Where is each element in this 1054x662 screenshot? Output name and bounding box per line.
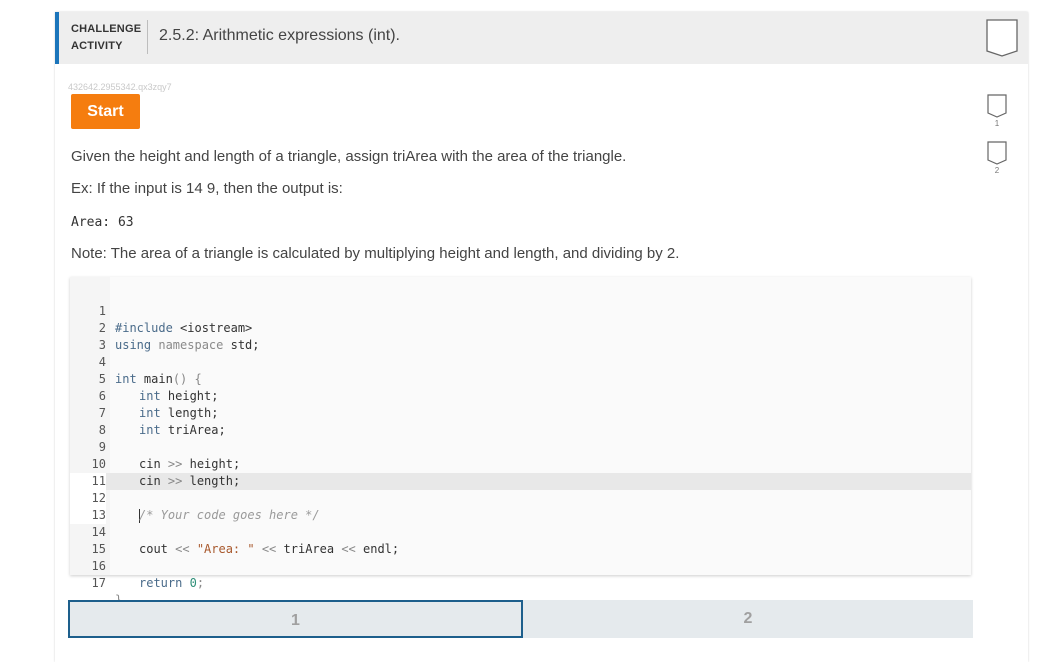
code-line: 1 #include <iostream> — [70, 286, 253, 335]
code-line: 7 int triArea; — [70, 388, 226, 437]
code-token: "Area: " — [196, 542, 255, 556]
code-token: int — [139, 389, 168, 403]
code-token: using — [115, 338, 159, 352]
code-line: 8 — [70, 405, 113, 437]
level-2-label: 2 — [994, 166, 1000, 175]
header-divider — [147, 20, 148, 54]
level-2-indicator[interactable]: 2 — [985, 141, 1009, 175]
example-output: Area: 63 — [71, 215, 134, 230]
activity-header: CHALLENGE ACTIVITY 2.5.2: Arithmetic exp… — [55, 12, 1028, 64]
code-token: height; — [189, 457, 241, 471]
code-token: int — [115, 372, 144, 386]
code-line: 6 int length; — [70, 371, 219, 420]
activity-type-line1: CHALLENGE — [71, 23, 142, 35]
code-token: 0 — [189, 576, 197, 590]
level-1-label: 1 — [994, 119, 1000, 128]
code-line-editable[interactable]: 13 — [70, 490, 113, 524]
code-token: () { — [172, 372, 202, 386]
code-token: length; — [167, 406, 219, 420]
level-nav-step-2[interactable]: 2 — [523, 600, 973, 638]
note-text: Note: The area of a triangle is calculat… — [71, 245, 680, 262]
start-button[interactable]: Start — [71, 94, 140, 129]
completion-badge-icon — [986, 19, 1018, 57]
code-comment: /* Your code goes here */ — [139, 508, 320, 522]
activity-title: 2.5.2: Arithmetic expressions (int). — [159, 27, 400, 44]
line-number: 17 — [91, 576, 106, 590]
code-line-editable[interactable]: 12 /* Your code goes here */ — [70, 473, 320, 523]
code-token: length; — [189, 474, 241, 488]
code-line: 15 — [70, 524, 113, 556]
code-line: 9 cin >> height; — [70, 422, 240, 471]
code-token: cout — [139, 542, 176, 556]
code-token: << — [254, 542, 284, 556]
problem-prompt: Given the height and length of a triangl… — [71, 148, 627, 165]
code-token: cin — [139, 474, 168, 488]
code-line: 10 cin >> length; — [70, 439, 241, 488]
code-token: triArea — [283, 542, 342, 556]
code-token: >> — [167, 474, 190, 488]
level-nav-step-1[interactable]: 1 — [68, 600, 523, 638]
code-line: 3 — [70, 320, 113, 352]
code-token: cin — [139, 457, 168, 471]
code-line: 5 int height; — [70, 354, 219, 403]
challenge-activity-card: CHALLENGE ACTIVITY 2.5.2: Arithmetic exp… — [55, 12, 1028, 662]
activity-type-label: CHALLENGE ACTIVITY — [71, 21, 141, 55]
code-token: endl; — [363, 542, 400, 556]
code-token: int — [139, 406, 168, 420]
code-token: << — [341, 542, 363, 556]
progress-id: 432642.2955342.qx3zqy7 — [68, 82, 172, 92]
level-badge-icon — [987, 94, 1007, 118]
activity-type-line2: ACTIVITY — [71, 40, 123, 52]
code-line: 16 return 0; — [70, 541, 205, 590]
code-editor[interactable]: 1 #include <iostream> 2 using namespace … — [70, 277, 971, 607]
code-token: int — [139, 423, 168, 437]
level-1-indicator[interactable]: 1 — [985, 94, 1009, 128]
example-text: Ex: If the input is 14 9, then the outpu… — [71, 180, 343, 197]
code-token: main — [143, 372, 173, 386]
code-token: triArea; — [167, 423, 226, 437]
code-line: 14 cout << "Area: " << triArea << endl; — [70, 507, 400, 556]
code-line: 2 using namespace std; — [70, 303, 260, 352]
code-token: >> — [167, 457, 190, 471]
code-token: <iostream> — [180, 321, 253, 335]
code-token: ; — [196, 576, 205, 590]
code-line: 4 int main() { — [70, 337, 202, 386]
code-token: return — [139, 576, 190, 590]
code-token: height; — [167, 389, 219, 403]
code-token: << — [175, 542, 197, 556]
code-token: std; — [230, 338, 260, 352]
code-token: namespace — [158, 338, 231, 352]
code-line-editable[interactable]: 11 — [70, 456, 113, 490]
level-nav: 1 2 — [68, 600, 973, 638]
code-line: 17 } — [70, 558, 123, 607]
code-token: #include — [115, 321, 181, 335]
level-badge-icon — [987, 141, 1007, 165]
